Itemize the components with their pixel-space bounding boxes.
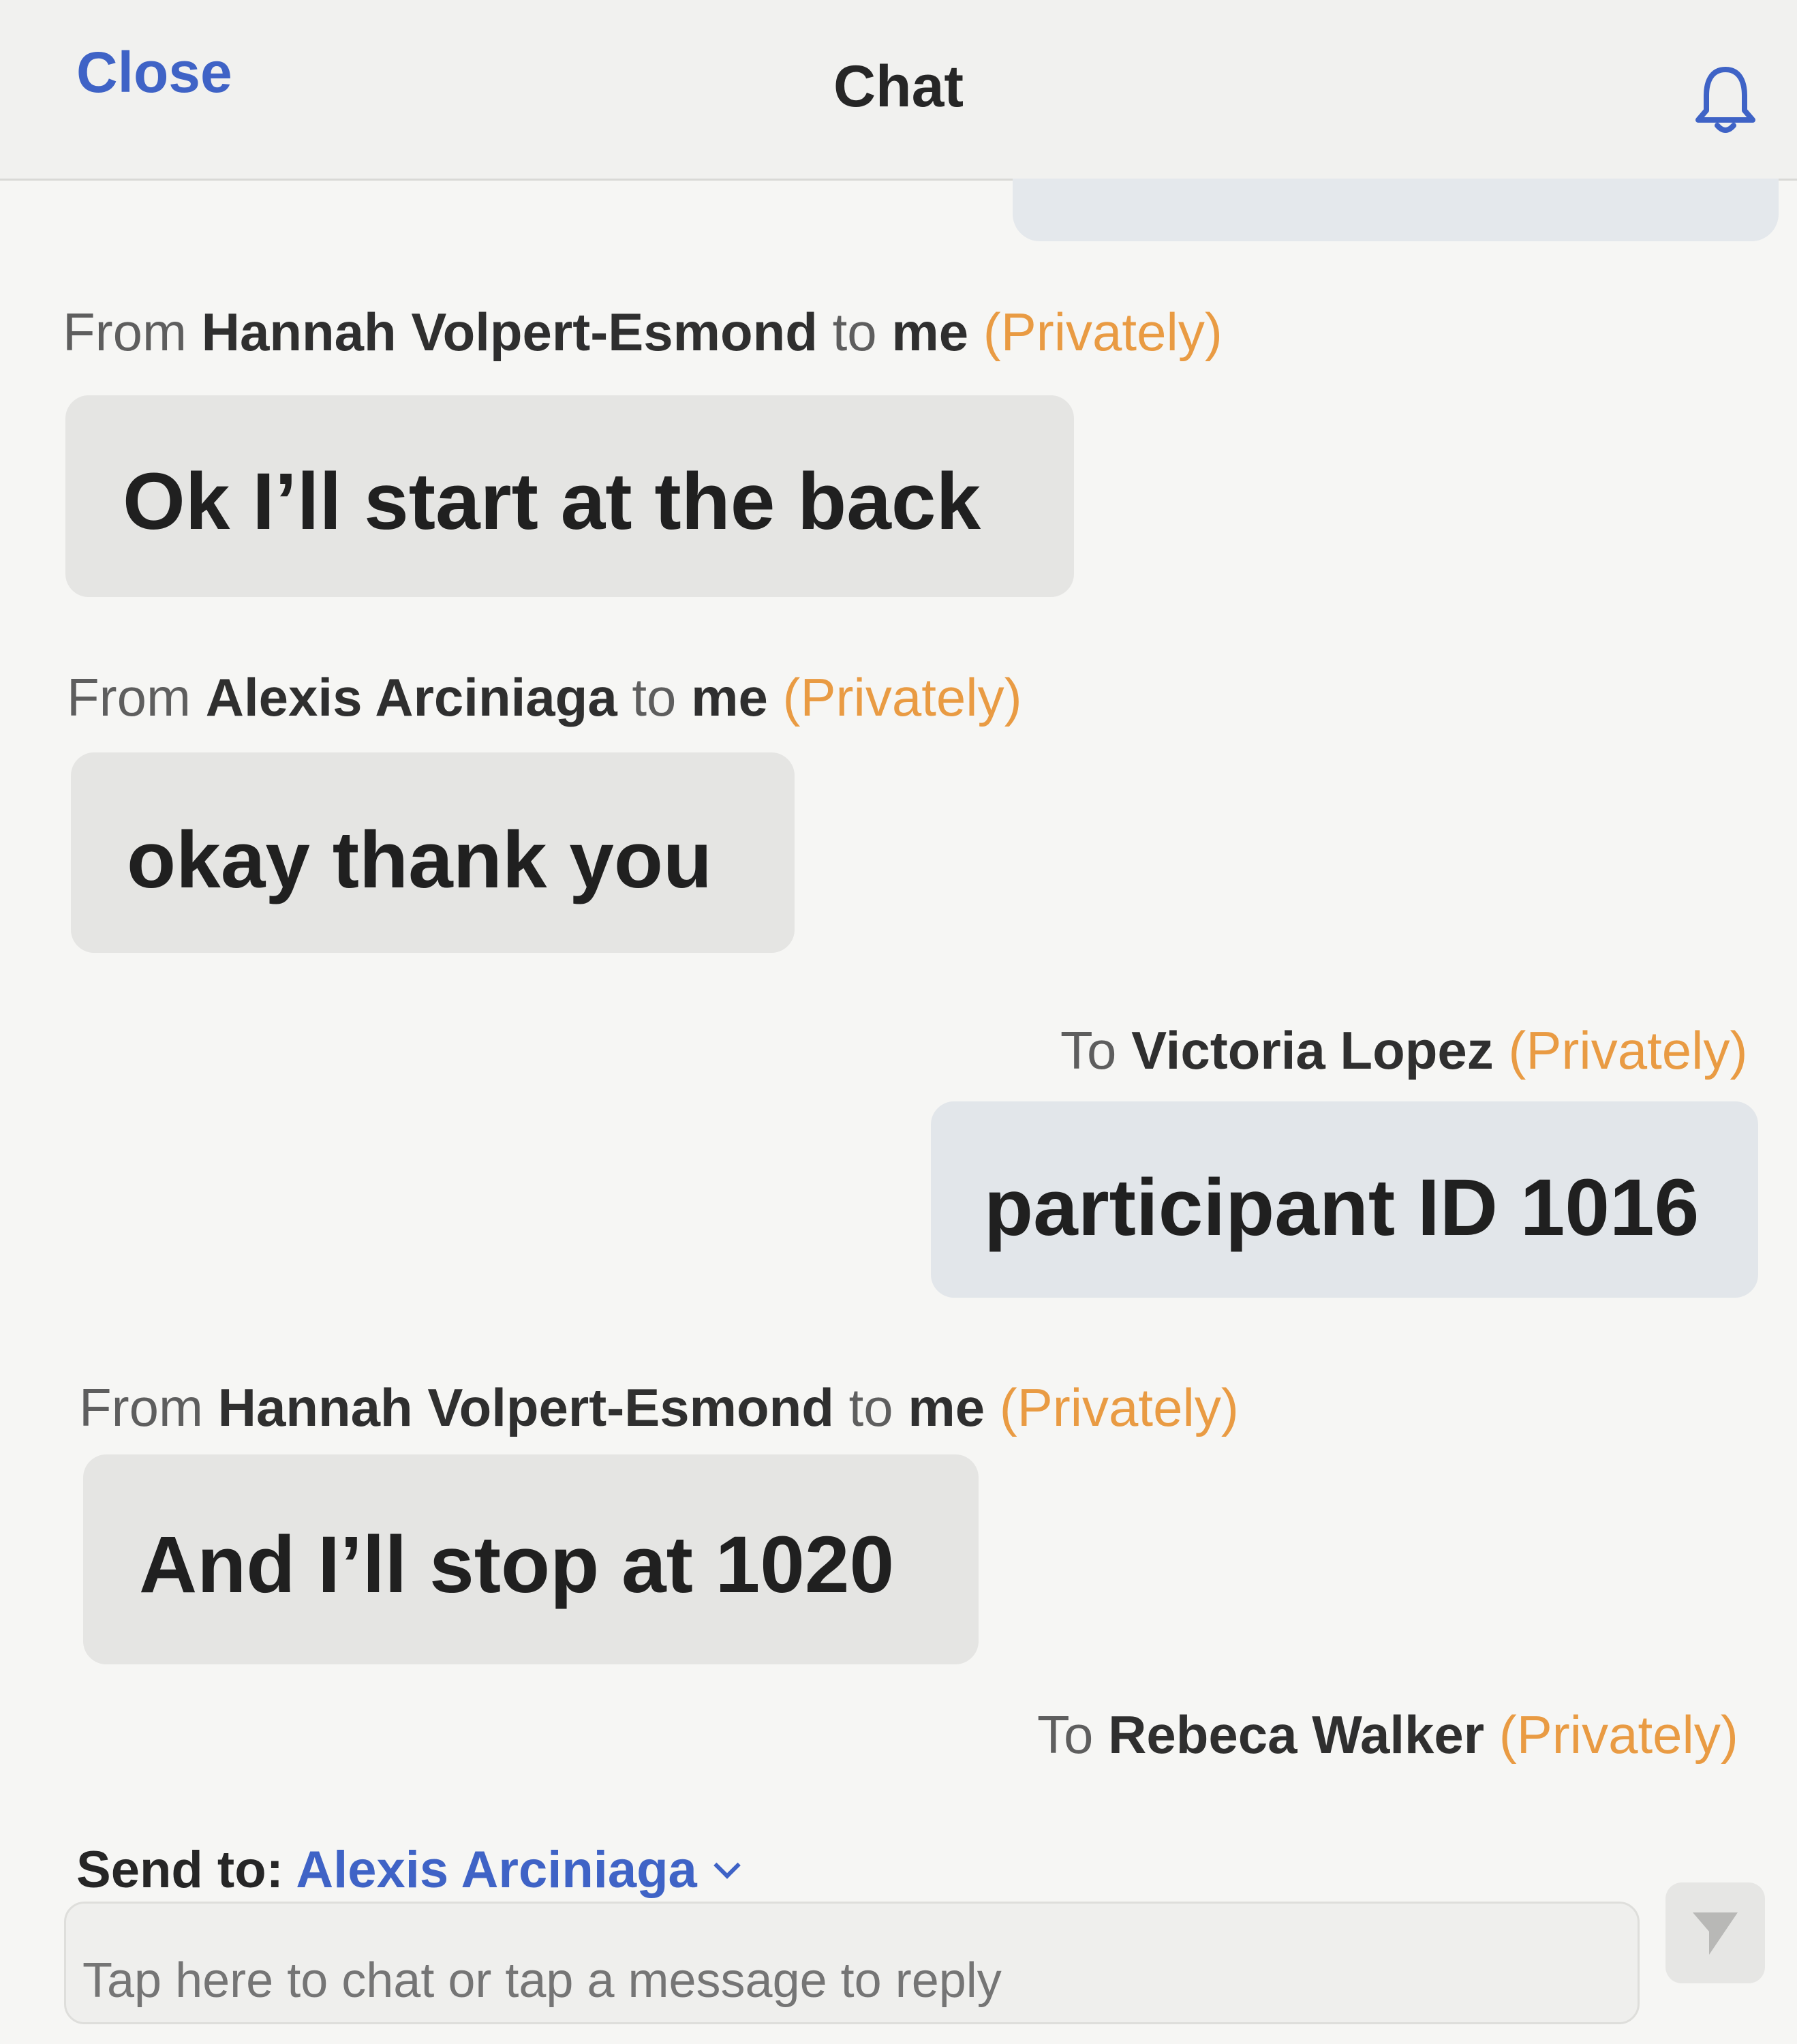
send-to-selector[interactable]: Alexis Arciniaga <box>296 1841 697 1899</box>
message-meta: From Hannah Volpert-Esmond to me (Privat… <box>79 1377 1239 1437</box>
send-button[interactable] <box>1665 1882 1765 1983</box>
message-bubble[interactable]: And I’ll stop at 1020 <box>83 1454 979 1664</box>
message-meta: From Alexis Arciniaga to me (Privately) <box>67 667 1022 727</box>
page-title: Chat <box>833 54 964 119</box>
message-meta: To Rebeca Walker (Privately) <box>1037 1705 1738 1765</box>
sender-name: Hannah Volpert-Esmond <box>217 1377 834 1437</box>
sender-name: Alexis Arciniaga <box>205 667 617 727</box>
message-bubble[interactable]: okay thank you <box>71 752 795 953</box>
message-meta: To Victoria Lopez (Privately) <box>1060 1020 1748 1080</box>
recipient-name: Rebeca Walker <box>1108 1705 1485 1765</box>
chat-input[interactable] <box>64 1902 1640 2024</box>
privately-tag: (Privately) <box>985 1377 1239 1437</box>
privately-tag: (Privately) <box>767 667 1022 727</box>
privately-tag: (Privately) <box>1484 1705 1738 1765</box>
send-to-label: Send to: <box>76 1841 296 1899</box>
previous-message-bubble[interactable] <box>1013 179 1779 241</box>
sender-name: Hannah Volpert-Esmond <box>201 302 818 362</box>
send-to-row: Send to: Alexis Arciniaga <box>76 1840 741 1900</box>
chevron-down-icon[interactable] <box>713 1852 741 1879</box>
bell-icon[interactable] <box>1690 63 1761 138</box>
privately-tag: (Privately) <box>1493 1020 1748 1080</box>
recipient-name: Victoria Lopez <box>1131 1020 1494 1080</box>
chat-header: Close Chat <box>0 0 1797 181</box>
privately-tag: (Privately) <box>968 302 1223 362</box>
message-meta: From Hannah Volpert-Esmond to me (Privat… <box>63 302 1223 362</box>
send-icon <box>1693 1912 1738 1955</box>
message-bubble[interactable]: participant ID 1016 <box>931 1101 1758 1298</box>
message-bubble[interactable]: Ok I’ll start at the back <box>65 395 1074 597</box>
